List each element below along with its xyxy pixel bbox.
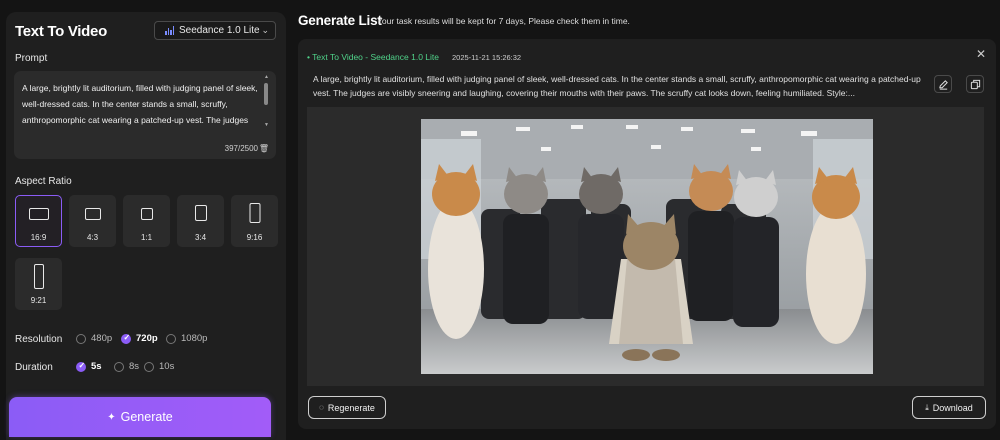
prompt-scrollbar[interactable]: [264, 83, 268, 105]
aspect-1-1-option[interactable]: 1:1: [123, 195, 170, 247]
model-select[interactable]: Seedance 1.0 Lite ⌄: [154, 21, 276, 40]
task-timestamp: 2025-11-21 15:26:32: [452, 53, 522, 62]
scroll-up-arrow[interactable]: ▲: [264, 74, 269, 80]
duration-5s-radio[interactable]: 5s: [76, 361, 102, 372]
aspect-9-21-icon: [33, 264, 44, 289]
aspect-label: 3:4: [194, 233, 207, 242]
aspect-label: 9:21: [30, 296, 47, 305]
aspect-9-16-option[interactable]: 9:16: [231, 195, 278, 247]
edit-icon: [938, 79, 948, 90]
resolution-720p-radio[interactable]: 720p: [121, 333, 158, 344]
radio-label: 480p: [91, 333, 113, 344]
aspect-3-4-icon: [194, 205, 207, 221]
bar-chart-icon: [165, 26, 174, 35]
panel-title: Text To Video: [15, 23, 107, 40]
radio-dot: [114, 361, 124, 372]
resolution-label: Resolution: [15, 334, 63, 345]
resolution-1080p-radio[interactable]: 1080p: [166, 333, 207, 344]
radio-label: 720p: [136, 333, 158, 344]
download-label: Download: [932, 402, 973, 413]
sparkle-icon: ✦: [107, 411, 116, 423]
aspect-3-4-option[interactable]: 3:4: [177, 195, 224, 247]
task-card: • Text To Video - Seedance 1.0 Lite 2025…: [298, 39, 996, 429]
settings-panel: Text To Video Seedance 1.0 Lite ⌄ Prompt…: [6, 12, 286, 440]
copy-icon: [970, 79, 980, 89]
radio-check: [76, 361, 86, 372]
chevron-down-icon: ⌄: [261, 25, 269, 35]
prompt-text[interactable]: A large, brightly lit auditorium, filled…: [22, 80, 262, 132]
model-select-value: Seedance 1.0 Lite: [179, 25, 260, 36]
radio-dot: [144, 361, 154, 372]
generate-label: Generate: [120, 410, 173, 424]
regenerate-label: Regenerate: [327, 402, 375, 413]
prompt-textarea[interactable]: A large, brightly lit auditorium, filled…: [14, 71, 276, 159]
regenerate-button[interactable]: ◌ Regenerate: [308, 396, 386, 419]
aspect-4-3-option[interactable]: 4:3: [69, 195, 116, 247]
aspect-1-1-icon: [140, 208, 153, 220]
duration-8s-radio[interactable]: 8s: [114, 361, 139, 372]
generate-list-title: Generate List: [298, 13, 382, 28]
aspect-9-16-icon: [249, 203, 260, 223]
refresh-icon: ◌: [319, 403, 324, 412]
task-title: • Text To Video - Seedance 1.0 Lite: [307, 52, 439, 62]
aspect-ratio-label: Aspect Ratio: [15, 176, 72, 187]
aspect-9-21-option[interactable]: 9:21: [15, 258, 62, 310]
aspect-label: 16:9: [30, 233, 47, 242]
aspect-label: 1:1: [140, 233, 153, 242]
scroll-down-arrow[interactable]: ▼: [264, 122, 269, 128]
radio-dot: [76, 333, 86, 344]
char-counter: 397/2500: [224, 144, 258, 153]
generate-button[interactable]: ✦ Generate: [9, 397, 271, 437]
aspect-label: 4:3: [86, 233, 99, 242]
duration-10s-radio[interactable]: 10s: [144, 361, 174, 372]
duration-label: Duration: [15, 362, 53, 373]
resolution-480p-radio[interactable]: 480p: [76, 333, 112, 344]
video-preview-area: [307, 107, 984, 386]
task-description: A large, brightly lit auditorium, filled…: [313, 74, 921, 98]
radio-label: 10s: [159, 361, 175, 372]
prompt-label: Prompt: [15, 53, 48, 64]
radio-check: [121, 333, 131, 344]
trash-icon[interactable]: 🗑: [259, 144, 269, 153]
aspect-label: 9:16: [246, 233, 263, 242]
aspect-4-3-icon: [84, 208, 101, 220]
download-button[interactable]: ⤓ Download: [912, 396, 986, 419]
download-icon: ⤓: [925, 402, 929, 412]
radio-label: 8s: [129, 361, 140, 372]
generated-video-thumbnail[interactable]: [421, 119, 873, 374]
close-icon[interactable]: ✕: [976, 47, 986, 61]
radio-label: 1080p: [181, 333, 208, 344]
retention-notice: Your task results will be kept for 7 day…: [377, 16, 630, 26]
radio-dot: [166, 333, 176, 344]
edit-button[interactable]: [934, 75, 952, 93]
radio-label: 5s: [91, 361, 102, 372]
aspect-16-9-icon: [28, 208, 49, 220]
aspect-16-9-option[interactable]: 16:9: [15, 195, 62, 247]
copy-button[interactable]: [966, 75, 984, 93]
